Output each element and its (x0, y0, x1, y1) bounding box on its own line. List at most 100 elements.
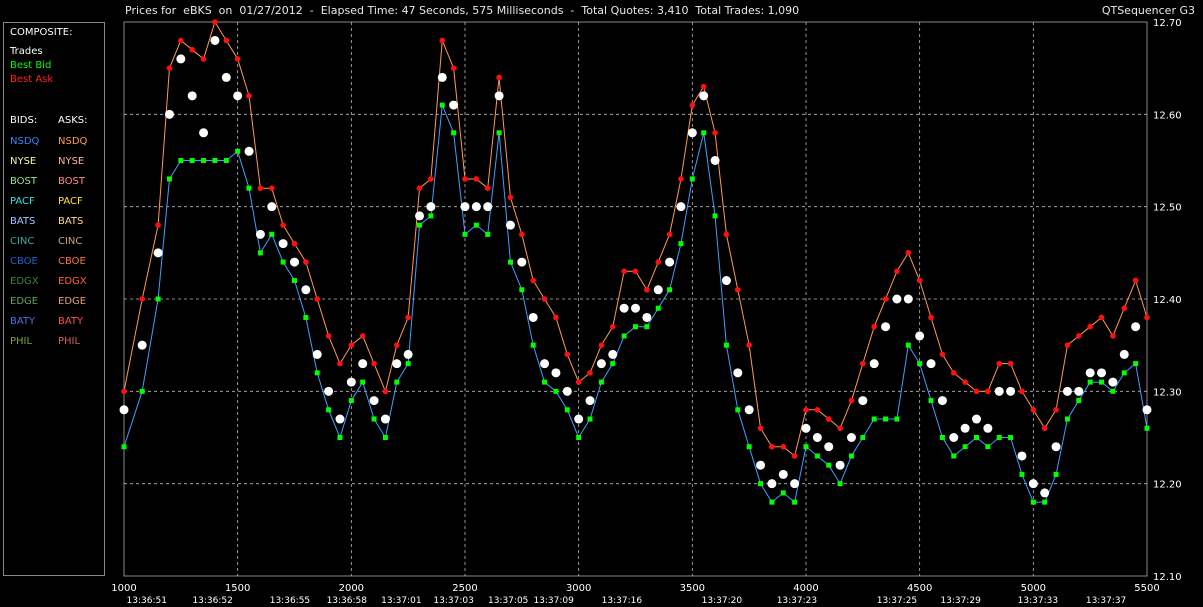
trade-point (301, 285, 311, 295)
best-bid-point (1042, 499, 1048, 505)
best-bid-point (655, 305, 661, 311)
best-bid-point (826, 462, 832, 468)
y-tick-label: 12.40 (1153, 295, 1182, 306)
best-bid-point (689, 176, 695, 182)
best-ask-point (791, 453, 798, 459)
trade-point (505, 220, 515, 230)
best-ask-point (507, 194, 514, 201)
best-ask-point (712, 130, 718, 136)
trade-point (1097, 368, 1107, 378)
best-bid-point (1144, 425, 1150, 431)
best-ask-point (121, 388, 127, 395)
best-ask-point (484, 185, 491, 191)
best-bid-point (939, 435, 945, 440)
trade-point (1108, 377, 1118, 387)
best-ask-point (223, 37, 230, 44)
time-label: 13:37:01 (381, 596, 421, 606)
best-ask-point (371, 360, 377, 367)
trade-point (358, 359, 368, 369)
best-bid-point (848, 453, 854, 459)
best-bid-point (962, 444, 968, 450)
time-label: 13:36:52 (192, 596, 232, 606)
x-tick-label: 3000 (566, 583, 591, 594)
best-bid-point (814, 453, 820, 459)
best-bid-point (303, 314, 309, 320)
best-bid-point (417, 222, 423, 228)
best-bid-point (496, 130, 502, 136)
best-ask-point (473, 176, 480, 182)
best-ask-point (405, 314, 411, 321)
best-ask-point (314, 296, 321, 302)
best-ask-point (280, 222, 286, 228)
trade-point (756, 460, 766, 470)
best-ask-point (939, 351, 946, 358)
trade-point (1119, 349, 1129, 359)
x-tick-label: 5500 (1134, 583, 1159, 594)
best-bid-point (360, 379, 366, 385)
trade-point (926, 359, 936, 369)
trade-point (733, 368, 743, 378)
best-bid-point (996, 435, 1002, 440)
best-bid-point (280, 259, 286, 265)
best-ask-point (553, 314, 559, 321)
best-bid-point (212, 158, 218, 163)
trade-point (858, 396, 868, 406)
best-bid-point (269, 231, 275, 237)
trade-point (596, 359, 606, 369)
trade-point (312, 349, 322, 359)
best-bid-point (507, 259, 513, 265)
best-bid-point (780, 490, 786, 496)
best-bid-point (1076, 398, 1082, 404)
trade-point (778, 469, 788, 479)
trade-point (380, 414, 390, 424)
best-ask-point (757, 425, 764, 432)
trade-point (721, 276, 731, 286)
trade-point (528, 312, 538, 322)
best-ask-point (780, 443, 787, 450)
best-bid-point (803, 444, 809, 450)
trade-point (449, 100, 459, 110)
trade-point (972, 414, 981, 424)
trade-point (415, 211, 425, 221)
best-bid-point (712, 213, 718, 219)
best-ask-point (814, 407, 821, 413)
best-ask-point (950, 370, 957, 376)
trade-point (846, 433, 856, 442)
best-bid-point (189, 158, 195, 163)
best-ask-point (155, 222, 161, 228)
best-bid-point (621, 333, 627, 339)
best-ask-point (496, 74, 502, 81)
trade-point (335, 414, 345, 424)
best-ask-point (1121, 305, 1128, 312)
trade-point (562, 386, 572, 396)
trade-point (369, 396, 379, 406)
best-ask-point (905, 250, 912, 256)
best-bid-point (519, 287, 525, 293)
best-ask-point (1007, 360, 1014, 367)
trade-point (676, 202, 686, 212)
best-bid-point (178, 158, 184, 163)
best-bid-point (769, 499, 775, 505)
best-ask-point (871, 323, 877, 330)
best-ask-point (632, 268, 639, 275)
best-bid-point (746, 444, 752, 450)
best-bid-point (883, 416, 889, 422)
best-ask-point (139, 296, 145, 302)
time-label: 13:37:29 (940, 596, 981, 606)
best-bid-point (166, 176, 172, 182)
best-bid-point (1133, 361, 1139, 367)
best-ask-point (325, 333, 332, 339)
trade-point (153, 248, 163, 258)
best-bid-point (610, 361, 616, 367)
best-bid-point (235, 148, 241, 154)
best-bid-point (1087, 379, 1093, 385)
best-ask-point (439, 37, 446, 44)
best-bid-point (1064, 416, 1070, 422)
trade-point (608, 349, 618, 359)
best-bid-point (678, 241, 684, 247)
y-tick-label: 12.70 (1153, 18, 1182, 29)
best-ask-point (598, 342, 605, 348)
trade-point (1051, 442, 1061, 452)
best-ask-point (200, 56, 207, 62)
trade-point (1131, 322, 1141, 332)
